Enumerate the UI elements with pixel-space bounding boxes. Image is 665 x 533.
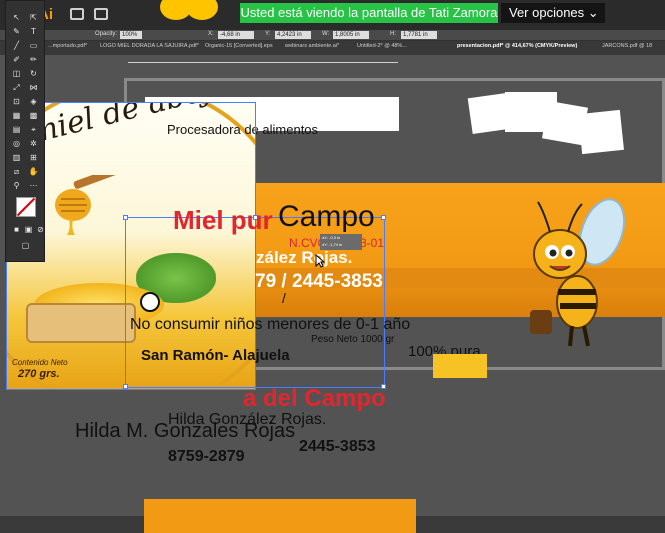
slice-tool-icon[interactable]: ⧄	[11, 167, 22, 176]
opacity-input[interactable]: 100%	[120, 31, 142, 39]
screen: Ai Usted está viendo la pantalla de Tati…	[0, 0, 665, 533]
artboard-tool-icon[interactable]: ⊞	[28, 153, 39, 162]
none-mode-icon[interactable]: ⊘	[35, 225, 46, 234]
pencil-tool-icon[interactable]: ✏	[28, 55, 39, 64]
brand-text-red[interactable]: Miel pur	[173, 205, 273, 236]
tab-document[interactable]: webinars ambiente.ai*	[285, 43, 339, 49]
producer-name-text[interactable]: zález Rojas.	[256, 248, 352, 268]
tooltip-dy: dY: -1,74 in	[322, 242, 343, 247]
graph-tool-icon[interactable]: ▥	[11, 153, 22, 162]
control-bar: Opacity: 100% X: -4,68 in Y: 4,2423 in W…	[0, 30, 665, 41]
x-input[interactable]: -4,68 in	[218, 31, 254, 39]
width-tool-icon[interactable]: ⋈	[28, 83, 39, 92]
arrow-cursor-icon	[315, 254, 325, 268]
slash-text[interactable]: /	[282, 290, 286, 306]
free-transform-tool-icon[interactable]: ⊡	[11, 97, 22, 106]
tab-document[interactable]: LOGO MIEL DORADA LA SAJUIRA.pdf*	[100, 43, 199, 49]
draw-mode-icon[interactable]: ▢	[20, 241, 31, 250]
bridge-icon[interactable]	[70, 8, 84, 20]
w-label: W:	[322, 31, 330, 37]
h-label: H:	[390, 31, 396, 37]
orange-rectangle[interactable]	[144, 499, 416, 533]
producer-full-name-small[interactable]: Hilda González Rojas.	[168, 411, 326, 429]
view-options-label: Ver opciones	[509, 5, 585, 20]
document-tabs: ...mportado.pdf* LOGO MIEL DORADA LA SAJ…	[0, 41, 665, 55]
whatsapp-icon	[140, 292, 160, 312]
phone-b-text[interactable]: 2445-3853	[299, 438, 376, 456]
resize-handle[interactable]	[123, 215, 128, 220]
rectangle-tool-icon[interactable]: ▭	[28, 41, 39, 50]
opacity-label: Opacity:	[95, 31, 118, 37]
y-input[interactable]: 4,2423 in	[275, 31, 311, 39]
view-options-button[interactable]: Ver opciones ⌄	[501, 3, 605, 23]
chevron-down-icon: ⌄	[587, 5, 599, 20]
w-input[interactable]: 1,8005 in	[333, 31, 369, 39]
tab-document-active[interactable]: presentacion.pdf* @ 414,67% (CMYK/Previe…	[457, 43, 577, 49]
gradient-mode-icon[interactable]: ▣	[23, 225, 34, 234]
gradient-tool-icon[interactable]: ▤	[11, 125, 22, 134]
type-tool-icon[interactable]: T	[28, 27, 39, 36]
brand-tail-text[interactable]: a del Campo	[243, 385, 386, 413]
yellow-square[interactable]	[433, 354, 487, 378]
phone-a-text[interactable]: 8759-2879	[168, 448, 245, 466]
phone-text[interactable]: 79 / 2445-3853	[255, 271, 383, 293]
eraser-tool-icon[interactable]: ◫	[11, 69, 22, 78]
yellow-emoji-shape	[186, 0, 218, 20]
direct-selection-tool-icon[interactable]: ⇱	[28, 13, 39, 22]
x-label: X:	[208, 31, 214, 37]
pen-tool-icon[interactable]: ✎	[11, 27, 22, 36]
net-weight-small-text[interactable]: Peso Neto 1000 gr	[311, 334, 394, 345]
warning-text[interactable]: No consumir niños menores de 0-1 año	[130, 316, 410, 334]
eyedropper-tool-icon[interactable]: ⌖	[28, 125, 39, 134]
screen-share-banner: Usted está viendo la pantalla de Tati Za…	[240, 3, 498, 23]
guide-line	[128, 62, 398, 63]
perspective-tool-icon[interactable]: ▦	[11, 111, 22, 120]
brand-text-black[interactable]: Campo	[278, 200, 375, 234]
h-input[interactable]: 1,7781 in	[401, 31, 437, 39]
resize-handle[interactable]	[381, 215, 386, 220]
tab-document[interactable]: ...mportado.pdf*	[48, 43, 87, 49]
selection-tool-icon[interactable]: ↖	[11, 13, 22, 22]
app-bar: Ai Usted está viendo la pantalla de Tati…	[0, 0, 665, 30]
workspace-grid-icon[interactable]	[94, 8, 108, 20]
mesh-tool-icon[interactable]: ▩	[28, 111, 39, 120]
tooltip-dx: dX: -0,3 in	[322, 235, 341, 240]
bee-mascot-icon	[530, 198, 626, 347]
white-shape[interactable]	[578, 109, 624, 155]
zoom-tool-icon[interactable]: ⚲	[11, 181, 22, 190]
hand-tool-icon[interactable]: ✋	[28, 167, 39, 176]
shape-builder-tool-icon[interactable]: ◈	[28, 97, 39, 106]
location-text[interactable]: San Ramón- Alajuela	[141, 347, 290, 364]
blend-tool-icon[interactable]: ◎	[11, 139, 22, 148]
tab-document[interactable]: Untitled-2* @ 48%...	[357, 43, 407, 49]
rotate-tool-icon[interactable]: ↻	[28, 69, 39, 78]
y-label: Y:	[265, 31, 271, 37]
edit-toolbar-icon[interactable]: ⋯	[28, 181, 39, 190]
tab-document[interactable]: JARCONS.pdf @ 18	[602, 43, 652, 49]
brush-tool-icon[interactable]: ✐	[11, 55, 22, 64]
color-mode-icon[interactable]: ■	[11, 225, 22, 234]
symbol-tool-icon[interactable]: ✲	[28, 139, 39, 148]
fill-stroke-swatch[interactable]	[16, 197, 36, 217]
resize-handle[interactable]	[123, 384, 128, 389]
scale-tool-icon[interactable]: ⤢	[11, 83, 22, 92]
line-tool-icon[interactable]: ╱	[11, 41, 22, 50]
tab-document[interactable]: Organic-15 [Converted].eps	[205, 43, 273, 49]
ncvo-tail-text[interactable]: 3-01	[360, 236, 384, 250]
tools-panel: ↖ ⇱ ✎ T ╱ ▭ ✐ ✏ ◫ ↻ ⤢ ⋈ ⊡ ◈ ▦ ▩ ▤ ⌖ ◎ ✲ …	[5, 0, 45, 262]
